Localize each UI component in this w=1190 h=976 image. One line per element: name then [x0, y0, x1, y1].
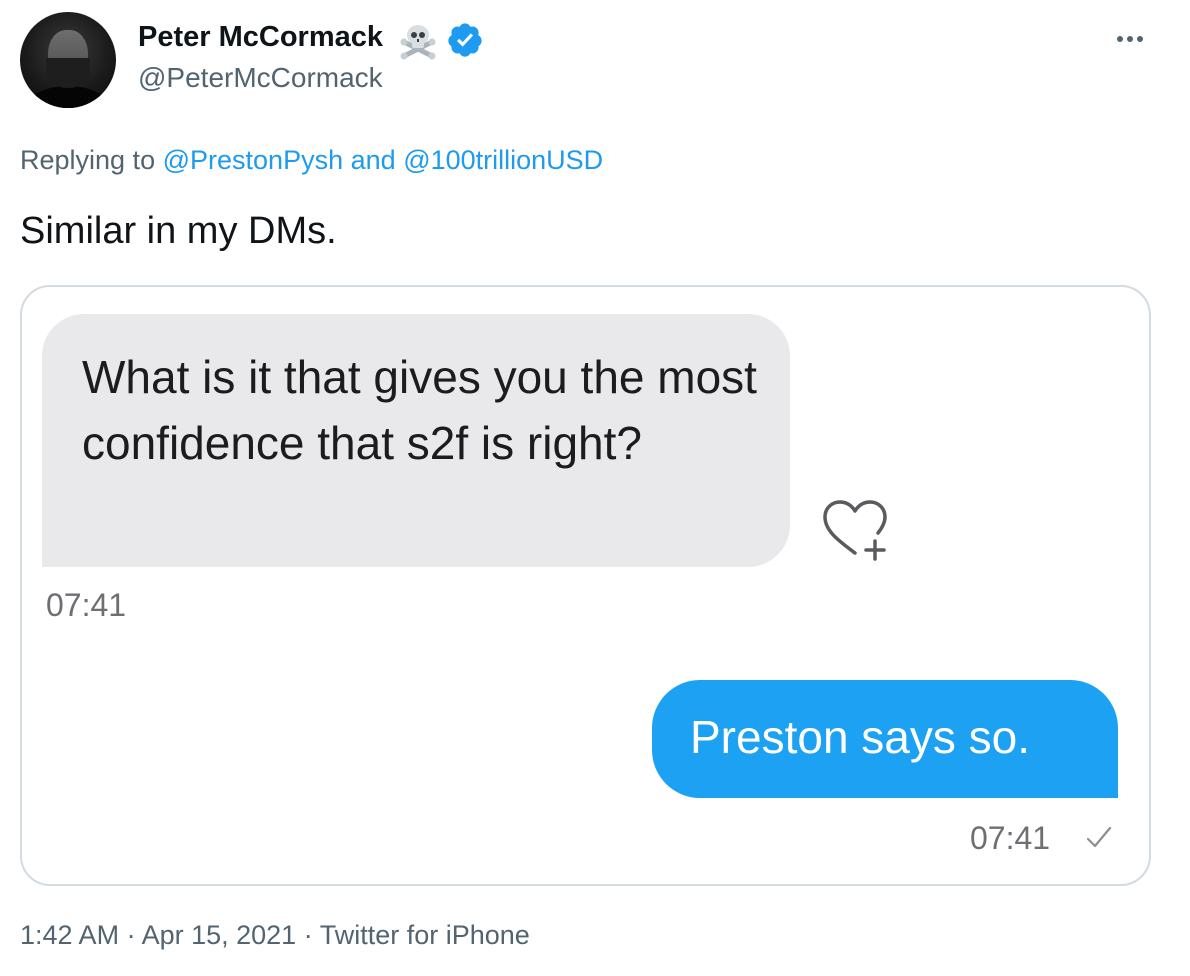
verified-badge-icon	[448, 23, 482, 57]
author-display-name[interactable]: Peter McCormack	[138, 21, 383, 54]
avatar[interactable]	[20, 12, 116, 108]
tweet-metadata: 1:42 AM · Apr 15, 2021 · Twitter for iPh…	[20, 920, 530, 951]
mention-prestonpysh[interactable]: @PrestonPysh	[163, 145, 343, 175]
tweet-source: Twitter for iPhone	[319, 920, 530, 950]
avatar-beard	[46, 58, 90, 88]
meta-separator: ·	[119, 920, 142, 950]
tweet-text: Similar in my DMs.	[20, 210, 337, 252]
tweet-time-link[interactable]: 1:42 AM	[20, 920, 119, 950]
received-message-bubble: What is it that gives you the most confi…	[42, 314, 790, 567]
tweet-media-image[interactable]: What is it that gives you the most confi…	[20, 285, 1151, 886]
heart-plus-icon	[823, 500, 887, 561]
checkmark-icon	[1086, 826, 1112, 848]
author-handle[interactable]: @PeterMcCormack	[138, 62, 383, 94]
sent-message-text: Preston says so.	[690, 711, 1031, 763]
sent-message-time: 07:41	[970, 820, 1051, 856]
meta-separator: ·	[296, 920, 320, 950]
received-message-time: 07:41	[46, 587, 127, 623]
replying-conjunction: and	[350, 145, 396, 175]
received-message-text: What is it that gives you the most confi…	[82, 351, 757, 469]
tweet-date-link[interactable]: Apr 15, 2021	[142, 920, 297, 950]
replying-prefix: Replying to	[20, 145, 156, 175]
mention-100trillionusd[interactable]: @100trillionUSD	[403, 145, 603, 175]
sent-message-bubble: Preston says so.	[652, 680, 1118, 798]
more-horizontal-icon[interactable]	[1110, 28, 1150, 50]
avatar-shoulders	[28, 86, 108, 108]
skull-and-crossbones-icon	[400, 25, 436, 60]
replying-to-line: Replying to @PrestonPysh and @100trillio…	[20, 145, 603, 176]
